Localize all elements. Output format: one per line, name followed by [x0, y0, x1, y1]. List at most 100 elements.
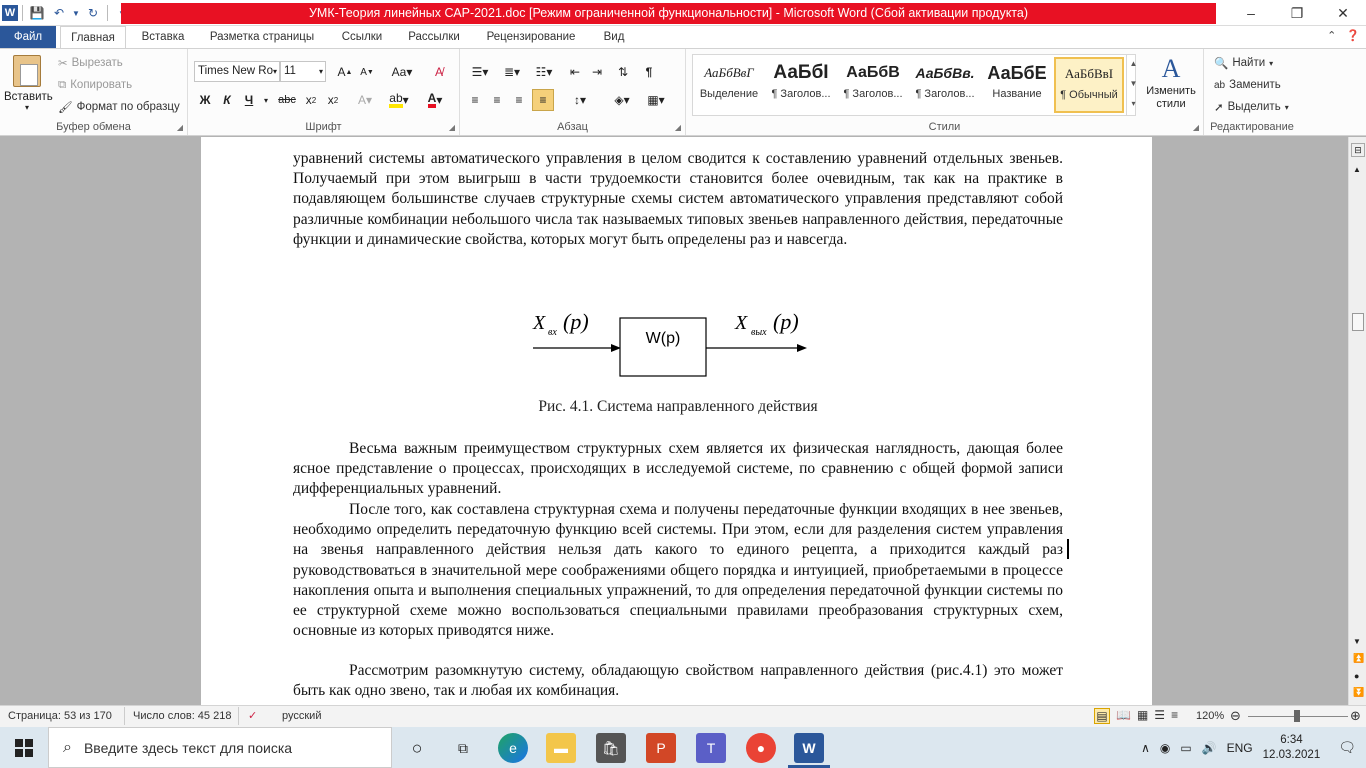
file-explorer-icon[interactable]: ▬	[546, 733, 576, 763]
text-effects-icon[interactable]: A▾	[354, 89, 376, 111]
close-button[interactable]: ✕	[1320, 0, 1366, 26]
styles-launcher-icon[interactable]: ◢	[1193, 123, 1199, 132]
teams-icon[interactable]: T	[696, 733, 726, 763]
numbering-icon[interactable]: ≣▾	[498, 61, 526, 83]
align-left-icon[interactable]: ≡	[464, 89, 486, 111]
underline-icon[interactable]: Ч	[238, 89, 260, 111]
taskbar-search[interactable]: ⌕ Введите здесь текст для поиска	[48, 727, 392, 768]
font-launcher-icon[interactable]: ◢	[449, 123, 455, 132]
chrome-icon[interactable]: ●	[746, 733, 776, 763]
browse-object-icon[interactable]: ●	[1354, 671, 1359, 681]
meet-now-icon[interactable]: ◉	[1160, 741, 1170, 755]
shrink-font-icon[interactable]: A ▼	[356, 61, 378, 83]
highlight-icon[interactable]: ab ▾	[384, 89, 414, 111]
cut-button[interactable]: ✂ Вырезать	[58, 53, 123, 73]
powerpoint-icon[interactable]: P	[646, 733, 676, 763]
tab-page-layout[interactable]: Разметка страницы	[200, 26, 324, 48]
shading-icon[interactable]: ◈▾	[608, 89, 636, 111]
align-right-icon[interactable]: ≡	[508, 89, 530, 111]
full-screen-reading-icon[interactable]: 📖	[1116, 708, 1131, 724]
subscript-icon[interactable]: x2	[300, 89, 322, 111]
tray-chevron-icon[interactable]: ∧	[1141, 741, 1150, 755]
tab-file[interactable]: Файл	[0, 26, 56, 48]
vertical-scrollbar[interactable]: ⊟ ▲ ▼ ⏫ ● ⏬	[1348, 137, 1366, 705]
style-emphasis[interactable]: АаБбВвГ Выделение	[694, 57, 764, 113]
replace-button[interactable]: ab Заменить	[1214, 75, 1281, 95]
language[interactable]: русский	[282, 710, 321, 722]
bullets-icon[interactable]: ☰▾	[466, 61, 494, 83]
change-styles-button[interactable]: A Изменить стили	[1142, 53, 1200, 117]
zoom-slider-thumb[interactable]	[1294, 710, 1300, 722]
copy-button[interactable]: ⧉ Копировать	[58, 75, 132, 95]
change-case-icon[interactable]: Aa▾	[388, 61, 416, 83]
increase-indent-icon[interactable]: ⇥	[586, 61, 608, 83]
edge-icon[interactable]: e	[498, 733, 528, 763]
tab-insert[interactable]: Вставка	[134, 26, 192, 48]
store-icon[interactable]: 🛍	[596, 733, 626, 763]
word-taskbar-icon[interactable]: W	[794, 733, 824, 763]
bold-icon[interactable]: Ж	[194, 89, 216, 111]
style-heading3[interactable]: АаБбВв. ¶ Заголов...	[910, 57, 980, 113]
volume-icon[interactable]: 🔊	[1202, 741, 1217, 755]
undo-icon[interactable]: ↶	[49, 3, 69, 23]
cortana-icon[interactable]: ○	[402, 733, 432, 763]
strikethrough-icon[interactable]: abc	[276, 89, 298, 111]
tab-view[interactable]: Вид	[594, 26, 634, 48]
styles-scroll-icon[interactable]: ▲ ▼ ▾	[1126, 54, 1140, 116]
proofing-icon[interactable]: ✓	[248, 709, 257, 722]
redo-icon[interactable]: ↻	[83, 3, 103, 23]
line-spacing-icon[interactable]: ↕▾	[566, 89, 594, 111]
sort-icon[interactable]: ⇅	[612, 61, 634, 83]
multilevel-list-icon[interactable]: ☷▾	[530, 61, 558, 83]
font-size-field[interactable]: 11 ▾	[280, 61, 326, 82]
word-count[interactable]: Число слов: 45 218	[133, 710, 231, 722]
print-layout-icon[interactable]: ▤	[1094, 708, 1110, 724]
task-view-icon[interactable]: ⧉	[448, 733, 478, 763]
draft-icon[interactable]: ≡	[1171, 708, 1178, 724]
paste-button[interactable]: Вставить ▾	[4, 53, 53, 119]
start-button[interactable]	[0, 727, 48, 768]
scroll-down-icon[interactable]: ▼	[1353, 637, 1361, 646]
ruler-toggle-icon[interactable]: ⊟	[1351, 143, 1365, 157]
undo-dropdown-icon[interactable]: ▼	[71, 3, 81, 23]
font-name-field[interactable]: Times New Ro ▾	[194, 61, 280, 82]
clock[interactable]: 6:34 12.03.2021	[1263, 733, 1321, 763]
restore-button[interactable]: ❐	[1274, 0, 1320, 26]
justify-icon[interactable]: ≡	[532, 89, 554, 111]
word-logo-icon[interactable]: W	[2, 5, 18, 21]
show-marks-icon[interactable]: ¶	[638, 61, 660, 83]
scroll-up-icon[interactable]: ▲	[1353, 165, 1361, 174]
outline-icon[interactable]: ☰	[1154, 708, 1165, 724]
language-indicator[interactable]: ENG	[1227, 741, 1253, 755]
align-center-icon[interactable]: ≡	[486, 89, 508, 111]
style-heading2[interactable]: АаБбВ ¶ Заголов...	[838, 57, 908, 113]
find-button[interactable]: 🔍 Найти ▾	[1214, 53, 1273, 73]
clipboard-launcher-icon[interactable]: ◢	[177, 123, 183, 132]
notifications-icon[interactable]: 🗨	[1338, 739, 1356, 756]
borders-icon[interactable]: ▦▾	[642, 89, 670, 111]
underline-dropdown-icon[interactable]: ▾	[260, 89, 272, 111]
zoom-out-icon[interactable]: ⊖	[1230, 708, 1241, 724]
style-heading1[interactable]: АаБбI ¶ Заголов...	[766, 57, 836, 113]
scrollbar-thumb[interactable]	[1352, 313, 1364, 331]
tab-review[interactable]: Рецензирование	[476, 26, 586, 48]
select-button[interactable]: ➚ Выделить ▾	[1214, 97, 1289, 117]
decrease-indent-icon[interactable]: ⇤	[564, 61, 586, 83]
format-painter-button[interactable]: 🖌 Формат по образцу	[58, 97, 180, 117]
clear-formatting-icon[interactable]: A̸	[428, 61, 450, 83]
tab-mailings[interactable]: Рассылки	[400, 26, 468, 48]
zoom-in-icon[interactable]: ⊕	[1350, 708, 1361, 724]
web-layout-icon[interactable]: ▦	[1137, 708, 1148, 724]
italic-icon[interactable]: К	[216, 89, 238, 111]
minimize-button[interactable]: –	[1228, 0, 1274, 26]
zoom-level[interactable]: 120%	[1196, 710, 1224, 722]
previous-page-icon[interactable]: ⏫	[1353, 653, 1364, 664]
paragraph-launcher-icon[interactable]: ◢	[675, 123, 681, 132]
page-count[interactable]: Страница: 53 из 170	[8, 710, 112, 722]
style-title[interactable]: АаБбЕ Название	[982, 57, 1052, 113]
help-icon[interactable]: ❓	[1346, 29, 1360, 42]
minimize-ribbon-icon[interactable]: ⌃	[1327, 29, 1336, 42]
tab-home[interactable]: Главная	[60, 26, 126, 48]
grow-font-icon[interactable]: A ▲	[334, 61, 356, 83]
network-icon[interactable]: ▭	[1180, 741, 1191, 755]
